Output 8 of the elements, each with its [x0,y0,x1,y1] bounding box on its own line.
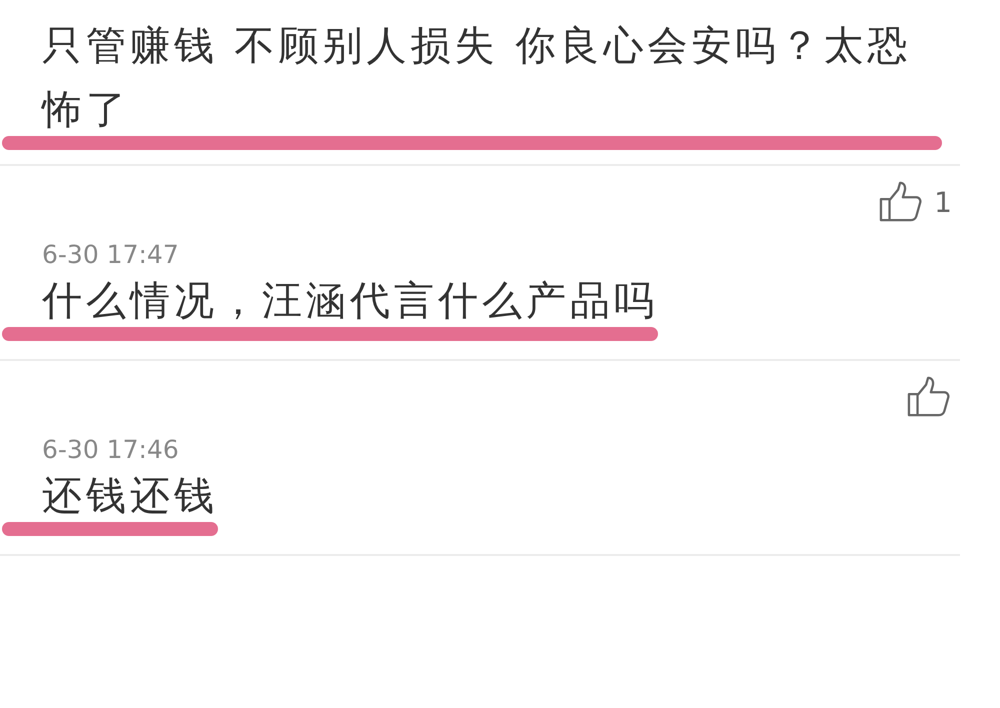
thumbs-up-icon[interactable] [906,376,952,418]
comment-text: 什么情况，汪涵代言什么产品吗 [41,277,658,326]
like-count: 1 [934,186,952,218]
comment-text: 只管赚钱 不顾别人损失 你良心会安吗？太恐怖了 [40,22,912,135]
comment-text: 还钱还钱 [41,472,218,521]
comment-time: 6-30 17:47 [42,240,180,269]
comment-time: 6-30 17:46 [42,435,180,464]
thumbs-up-icon[interactable] [878,181,924,223]
